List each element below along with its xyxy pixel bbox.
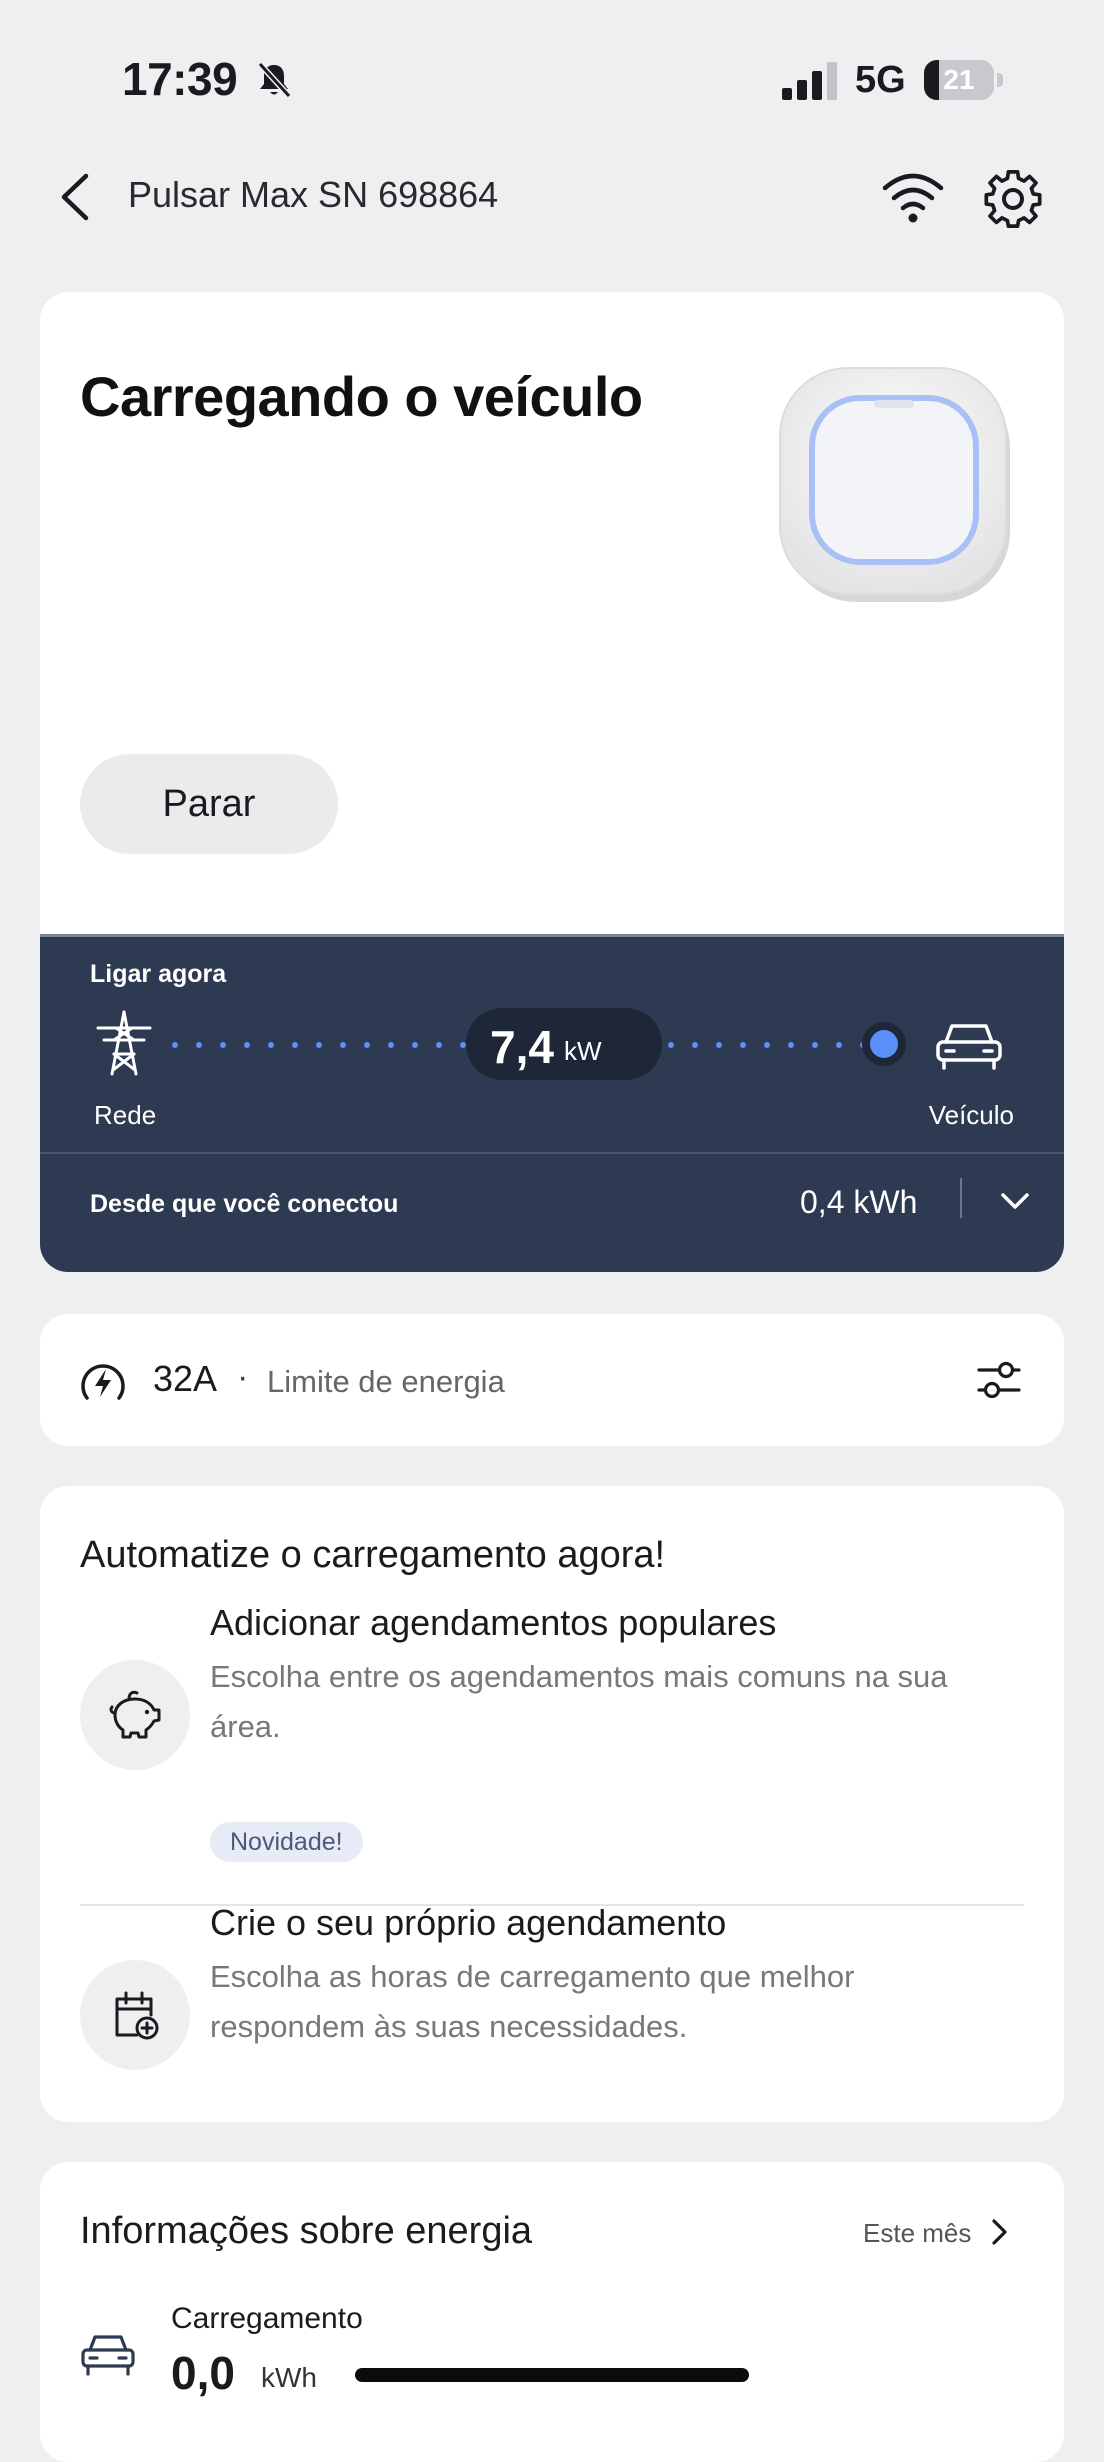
page-title: Pulsar Max SN 698864 (128, 174, 499, 215)
charging-energy-label: Carregamento (171, 2302, 363, 2335)
amperage-value: 32A (153, 1358, 218, 1399)
wifi-icon[interactable] (880, 170, 946, 224)
status-time: 17:39 (122, 53, 238, 105)
home-indicator[interactable] (355, 2368, 749, 2382)
chevron-right-icon[interactable] (984, 2216, 1014, 2248)
car-icon (936, 1024, 1002, 1070)
bolt-gauge-icon (81, 1364, 125, 1400)
new-badge: Novidade! (210, 1822, 363, 1862)
charging-status-card: Carregando o veículo Parar Ligar agora 7… (40, 292, 1064, 1272)
period-selector[interactable]: Este mês (863, 2218, 971, 2249)
session-energy-label: Desde que você conectou (90, 1190, 399, 1218)
power-unit: kW (564, 1036, 602, 1066)
create-schedule-title[interactable]: Crie o seu próprio agendamento (210, 1902, 726, 1944)
automate-title: Automatize o carregamento agora! (80, 1534, 666, 1576)
charging-energy-unit: kWh (261, 2362, 317, 2393)
power-limit-label: Limite de energia (267, 1364, 505, 1399)
separator: · (237, 1358, 249, 1396)
vehicle-label: Veículo (928, 1100, 1014, 1130)
charging-status-title: Carregando o veículo (80, 365, 643, 428)
power-value: 7,4 (490, 1021, 554, 1073)
charger-device-image (779, 367, 1010, 602)
power-readout: 7,4 kW (466, 1008, 662, 1080)
bell-slash-icon (257, 61, 292, 99)
energy-info-title: Informações sobre energia (80, 2210, 533, 2252)
divider (960, 1178, 962, 1218)
sliders-icon[interactable] (976, 1358, 1022, 1402)
signal-icon (782, 62, 837, 100)
stop-button[interactable]: Parar (80, 754, 338, 854)
power-limit-card[interactable]: 32A · Limite de energia (40, 1314, 1064, 1446)
network-type: 5G (855, 59, 906, 101)
flow-endpoint-dot (862, 1022, 906, 1066)
popular-schedules-description: Escolha entre os agendamentos mais comun… (210, 1659, 948, 1744)
piggy-bank-icon (80, 1660, 190, 1770)
calendar-add-icon (80, 1960, 190, 2070)
car-icon (81, 2335, 135, 2376)
automate-charging-card: Automatize o carregamento agora! Adicion… (40, 1486, 1064, 2122)
grid-label: Rede (94, 1100, 157, 1130)
energy-flow-panel: Ligar agora 7,4 kW Rede Veículo Desde qu… (40, 934, 1064, 1272)
battery-icon: 21 (924, 60, 1004, 100)
session-energy-value: 0,4 kWh (800, 1184, 918, 1220)
back-chevron-icon[interactable] (56, 170, 96, 224)
flow-mode-label: Ligar agora (90, 960, 227, 988)
power-tower-icon (96, 1010, 152, 1076)
divider (40, 1152, 1064, 1154)
gear-icon[interactable] (982, 168, 1044, 230)
popular-schedules-title[interactable]: Adicionar agendamentos populares (210, 1602, 776, 1644)
energy-info-card: Informações sobre energia Este mês Carre… (40, 2162, 1064, 2462)
create-schedule-description: Escolha as horas de carregamento que mel… (210, 1959, 855, 2044)
charging-energy-value: 0,0 (171, 2347, 235, 2399)
chevron-down-icon[interactable] (998, 1184, 1032, 1218)
battery-percentage: 21 (943, 64, 975, 95)
